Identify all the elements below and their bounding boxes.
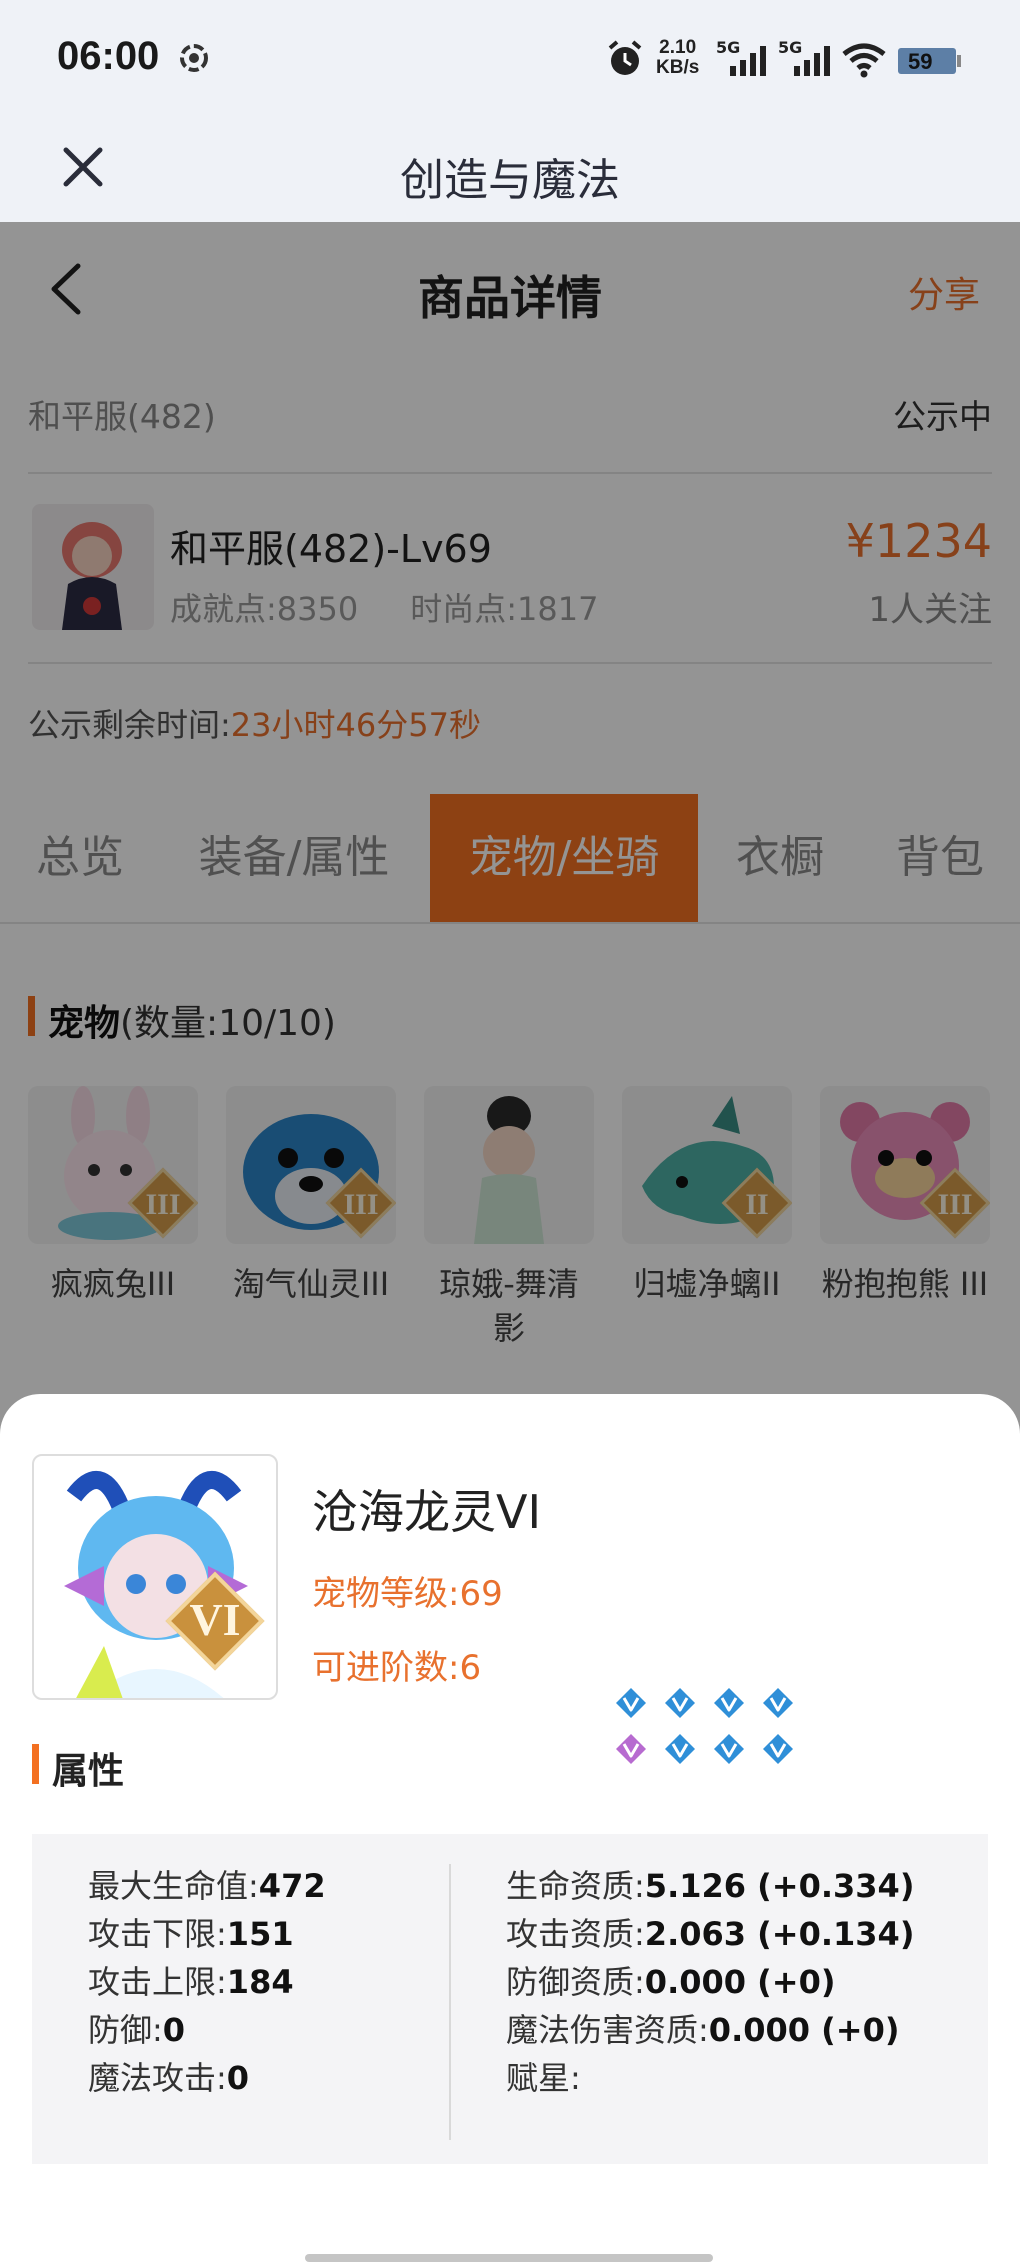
column-divider	[449, 1864, 451, 2140]
attr-value: 5.126 (+0.334)	[644, 1867, 915, 1905]
attr-defense: 防御:0	[88, 2006, 326, 2054]
attr-label: 攻击上限:	[88, 1963, 227, 2001]
signal-icon	[794, 46, 830, 76]
alarm-icon	[608, 40, 642, 75]
attr-value: 0	[162, 2011, 186, 2049]
attr-hp-aptitude: 生命资质:5.126 (+0.334)	[506, 1862, 914, 1910]
pet-detail-sheet: VI 沧海龙灵VI 宠物等级:69 可进阶数:6 属性 最大生命值:472 攻击…	[0, 1394, 1020, 2267]
star-gem-icon	[665, 1734, 695, 1764]
app-bar: 创造与魔法	[0, 120, 1020, 222]
attr-label: 攻击下限:	[88, 1915, 227, 1953]
attr-label: 防御资质:	[506, 1963, 645, 2001]
attr-def-aptitude: 防御资质:0.000 (+0)	[506, 1958, 914, 2006]
battery-level: 59	[908, 49, 933, 74]
sync-icon	[180, 44, 208, 72]
attr-label: 防御:	[88, 2011, 163, 2049]
attr-magic-aptitude: 魔法伤害资质:0.000 (+0)	[506, 2006, 914, 2054]
attr-atk-max: 攻击上限:184	[88, 1958, 326, 2006]
net-speed-unit: KB/s	[656, 57, 700, 78]
net-speed: 2.10 KB/s	[656, 38, 699, 78]
star-gem-icon	[714, 1688, 744, 1718]
net-speed-value: 2.10	[659, 37, 697, 58]
star-gem-icon	[714, 1734, 744, 1764]
pet-avatar: VI	[32, 1454, 278, 1700]
attr-value: 2.063 (+0.134)	[644, 1915, 915, 1953]
star-gem-icon	[616, 1688, 646, 1718]
status-bar: 06:00 2.10 KB/s 5G 5G 59	[0, 0, 1020, 120]
star-gem-icon	[763, 1688, 793, 1718]
attr-atk-min: 攻击下限:151	[88, 1910, 326, 1958]
attr-label: 最大生命值:	[88, 1867, 259, 1905]
status-time: 06:00	[57, 34, 160, 78]
tier-label: VI	[189, 1594, 241, 1645]
pet-name-title: 沧海龙灵VI	[312, 1485, 542, 1539]
app-title: 创造与魔法	[400, 155, 620, 206]
attr-atk-aptitude: 攻击资质:2.063 (+0.134)	[506, 1910, 914, 1958]
attr-value: 0.000 (+0)	[644, 1963, 836, 2001]
attr-value: 472	[258, 1867, 326, 1905]
home-indicator[interactable]	[305, 2254, 713, 2262]
attr-label: 魔法伤害资质:	[506, 2011, 709, 2049]
base-attributes: 最大生命值:472 攻击下限:151 攻击上限:184 防御:0 魔法攻击:0	[88, 1862, 326, 2102]
signal-icon	[730, 46, 766, 76]
section-marker	[32, 1744, 39, 1784]
attr-value: 151	[226, 1915, 294, 1953]
attr-label: 魔法攻击:	[88, 2059, 227, 2097]
attr-label: 攻击资质:	[506, 1915, 645, 1953]
star-gem-icon	[763, 1734, 793, 1764]
star-gem-icon	[616, 1734, 646, 1764]
attributes-title: 属性	[52, 1751, 125, 1792]
attr-value: 0.000 (+0)	[708, 2011, 900, 2049]
wifi-icon	[842, 43, 886, 78]
attr-value: 184	[226, 1963, 294, 2001]
attr-stars: 赋星:	[506, 2054, 914, 2102]
attributes-panel: 最大生命值:472 攻击下限:151 攻击上限:184 防御:0 魔法攻击:0 …	[32, 1834, 988, 2164]
attr-label: 生命资质:	[506, 1867, 645, 1905]
attr-value: 0	[226, 2059, 250, 2097]
attr-max-hp: 最大生命值:472	[88, 1862, 326, 1910]
pet-level: 宠物等级:69	[312, 1574, 503, 1614]
pet-advance-count: 可进阶数:6	[312, 1648, 482, 1688]
star-gem-icon	[665, 1688, 695, 1718]
attr-label: 赋星:	[506, 2059, 581, 2097]
attr-magic-atk: 魔法攻击:0	[88, 2054, 326, 2102]
battery-icon: 59	[898, 48, 961, 74]
aptitude-attributes: 生命资质:5.126 (+0.334) 攻击资质:2.063 (+0.134) …	[506, 1862, 914, 2102]
